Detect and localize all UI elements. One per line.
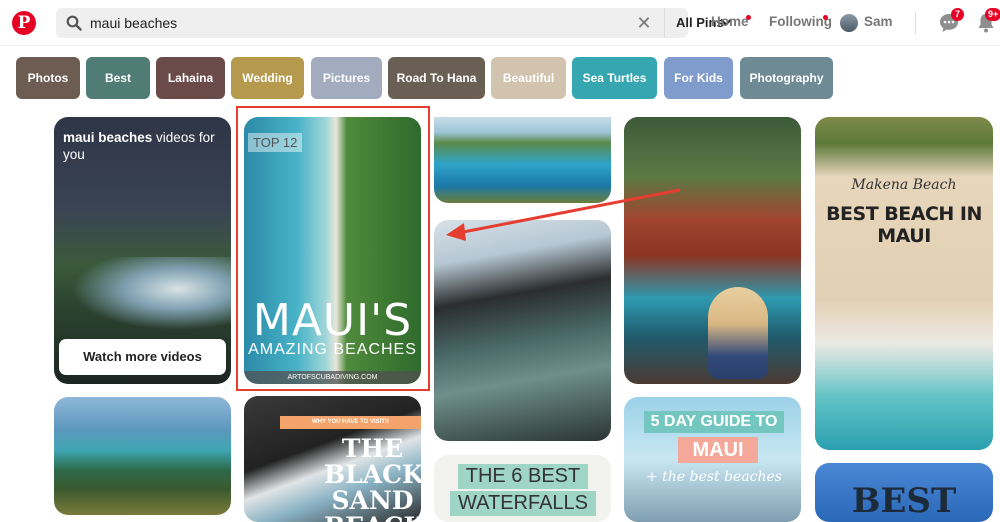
guide-chip-for-kids[interactable]: For Kids [664,57,733,99]
person-figure [708,287,768,379]
pin-kicker: Makena Beach [851,177,957,193]
top-bar: P ✕ All Pins Home Following Sam 7 9+ [0,0,1000,46]
guide-chip-road-to-hana[interactable]: Road To Hana [388,57,485,99]
pin-red-sand-beach[interactable] [624,117,801,384]
pin-text-line2: WATERFALLS [450,491,596,516]
avatar[interactable] [840,14,858,32]
pin-best-beaches[interactable]: BEST [815,463,993,522]
pinterest-logo-icon[interactable]: P [12,11,36,35]
video-card-title: maui beaches videos for you [63,130,215,162]
guide-chip-beautiful[interactable]: Beautiful [491,57,566,99]
highlight-box [236,106,430,391]
pin-tide-pool[interactable] [434,220,611,441]
pin-best-waterfalls[interactable]: THE 6 BEST WATERFALLS [434,455,611,522]
guide-chip-lahaina[interactable]: Lahaina [156,57,225,99]
pin-black-sand-beach[interactable]: WHY YOU HAVE TO VISIT!! THE BLACK SAND B… [244,396,421,522]
guide-chip-pictures[interactable]: Pictures [311,57,382,99]
pin-makena-beach[interactable]: Makena Beach BEST BEACH IN MAUI [815,117,993,450]
annotation-arrow [446,188,681,241]
guide-chip-photos[interactable]: Photos [16,57,80,99]
pin-title: BEST [851,481,957,521]
pin-beach-cove[interactable] [54,397,231,515]
pin-text-line1: 5 DAY GUIDE TO [644,411,784,433]
search-input[interactable] [90,8,610,38]
notifications-badge: 9+ [985,8,1000,21]
pin-five-day-guide[interactable]: 5 DAY GUIDE TO MAUI + the best beaches [624,397,801,522]
video-carousel-card[interactable]: maui beaches videos for you Watch more v… [54,117,231,384]
pin-title: BEST BEACH IN MAUI [826,203,982,247]
pin-title-line: THE [341,434,404,463]
pin-title-line: BEACH [324,514,421,522]
clear-search-icon[interactable]: ✕ [636,14,652,32]
home-notification-dot [746,15,751,20]
nav-divider [915,12,916,34]
guide-chip-best[interactable]: Best [86,57,150,99]
messages-badge: 7 [951,8,964,21]
beach-wave-image [54,257,231,337]
guide-chip-sea-turtles[interactable]: Sea Turtles [572,57,657,99]
pin-title-line: BLACK [324,460,421,489]
search-icon [66,15,82,31]
search-bar[interactable]: ✕ All Pins [56,8,732,38]
pin-kicker: WHY YOU HAVE TO VISIT!! [280,416,421,429]
pin-text-line1: THE 6 BEST [458,464,588,489]
guide-chip-wedding[interactable]: Wedding [231,57,304,99]
pin-text-line2: MAUI [678,437,758,463]
pin-title-line: SAND [331,486,414,515]
nav-profile-name[interactable]: Sam [864,14,893,29]
search-divider [664,8,665,38]
pin-text-line3: + the best beaches [646,469,782,485]
watch-more-videos-button[interactable]: Watch more videos [59,339,226,375]
following-notification-dot [823,15,828,20]
nav-home[interactable]: Home [711,14,749,29]
guide-chip-photography[interactable]: Photography [740,57,833,99]
